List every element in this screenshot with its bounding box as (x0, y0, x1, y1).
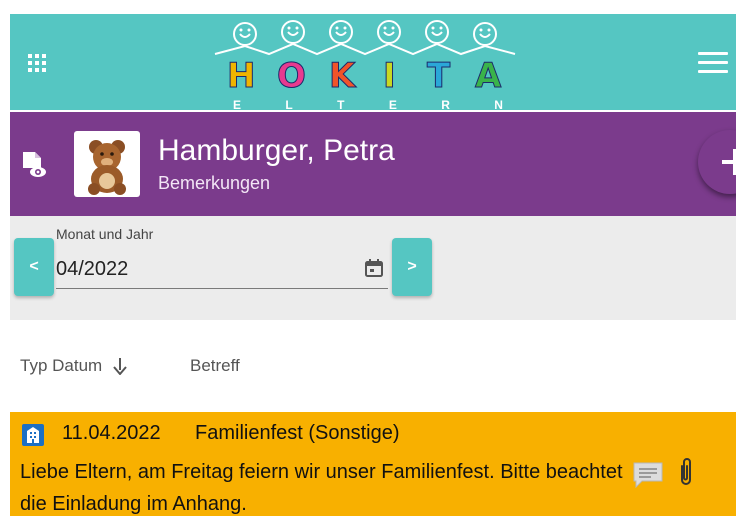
logo-letter: T (426, 56, 451, 97)
column-header-label: Typ Datum (20, 356, 103, 375)
plus-icon (722, 149, 736, 175)
previous-month-button[interactable]: < (14, 238, 54, 296)
calendar-icon[interactable] (364, 258, 384, 278)
logo-letter: K (328, 56, 356, 97)
logo-letters: H O K I T A (205, 56, 525, 97)
avatar (74, 131, 140, 197)
paperclip-icon[interactable] (676, 456, 696, 488)
building-icon (22, 424, 44, 446)
hokita-logo: H O K I T A E L T E R N (205, 16, 525, 112)
logo-subtitle-letter: E (233, 98, 242, 112)
app-page: H O K I T A E L T E R N Hamburger, Petra… (0, 0, 736, 516)
row-date: 11.04.2022 (62, 422, 161, 444)
logo-subtitle-letter: E (388, 98, 397, 112)
logo-letter: A (474, 56, 502, 97)
logo-subtitle-letter: L (285, 98, 293, 112)
month-year-input[interactable] (56, 250, 388, 289)
comment-icon[interactable] (632, 460, 664, 488)
logo-letter: O (277, 56, 307, 97)
hamburger-menu-icon[interactable] (698, 52, 728, 74)
logo-subtitle: E L T E R N (233, 98, 503, 112)
row-subject: Familienfest (Sonstige) (195, 422, 400, 444)
column-header-type-date[interactable]: Typ Datum (20, 356, 128, 376)
arrow-down-icon (113, 358, 127, 375)
column-header-subject[interactable]: Betreff (190, 356, 240, 376)
page-subtitle: Bemerkungen (158, 173, 271, 193)
row-text: Liebe Eltern, am Freitag feiern wir unse… (20, 461, 623, 515)
document-view-icon[interactable] (20, 150, 48, 180)
add-button[interactable] (698, 130, 736, 194)
table-header: Typ Datum Betreff (10, 320, 736, 412)
top-app-bar: H O K I T A E L T E R N (10, 14, 736, 112)
person-name: Hamburger, Petra (158, 134, 395, 167)
apps-grid-icon[interactable] (28, 54, 46, 72)
logo-letter: I (383, 56, 397, 97)
month-selector: < Monat und Jahr > (10, 216, 736, 320)
table-row[interactable]: 11.04.2022 Familienfest (Sonstige) Liebe… (10, 412, 736, 516)
logo-subtitle-letter: T (337, 98, 345, 112)
next-month-button[interactable]: > (392, 238, 432, 296)
logo-subtitle-letter: R (441, 98, 450, 112)
logo-letter: H (226, 56, 256, 97)
teddy-bear-avatar (88, 140, 126, 195)
person-header: Hamburger, Petra Bemerkungen (10, 112, 736, 216)
logo-subtitle-letter: N (494, 98, 503, 112)
month-year-label: Monat und Jahr (56, 226, 154, 242)
